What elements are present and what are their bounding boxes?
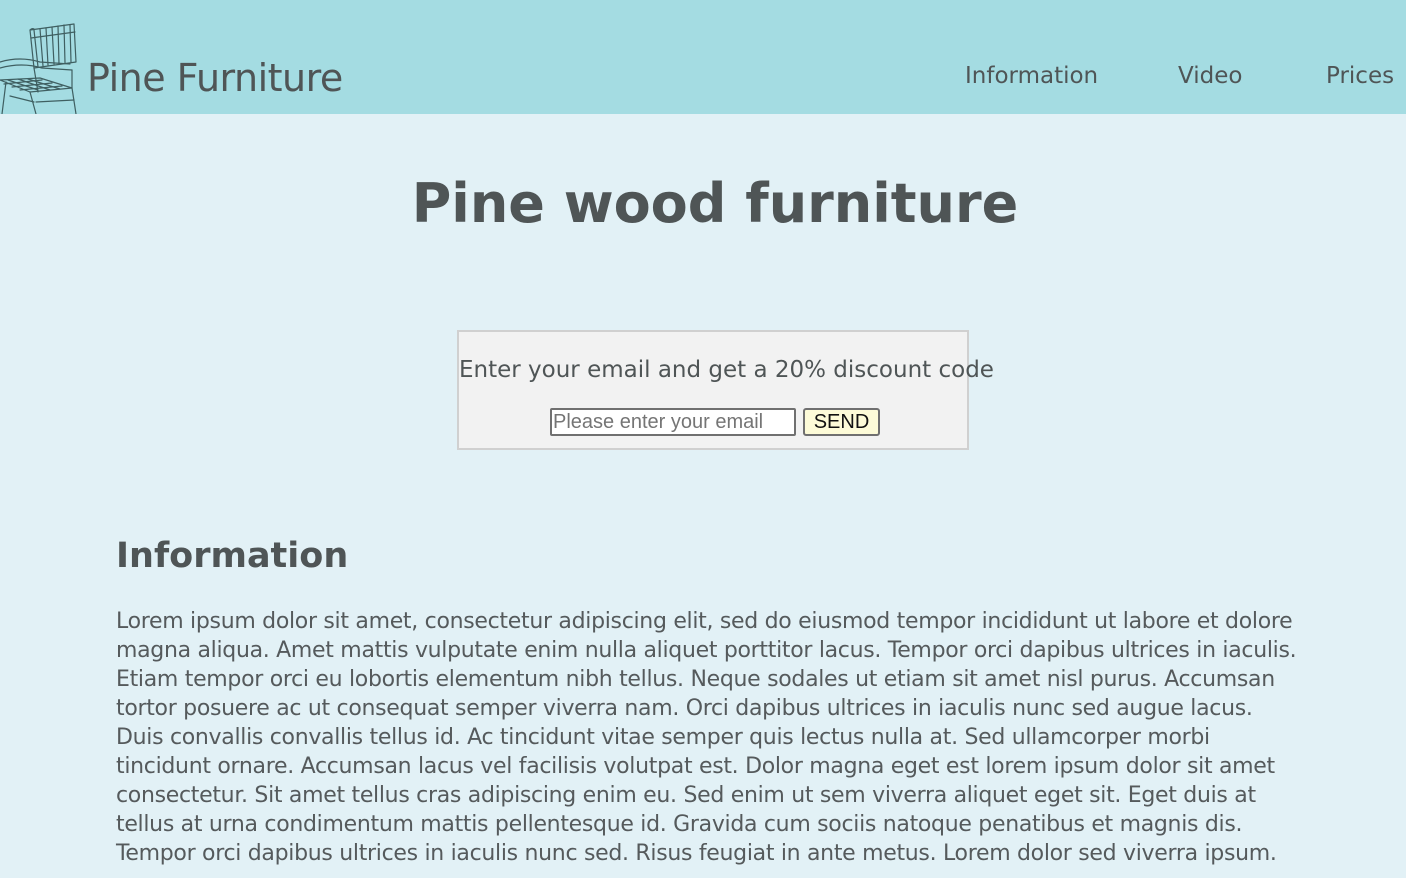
discount-signup-box: Enter your email and get a 20% discount … [457, 330, 994, 450]
nav-prices[interactable]: Prices [1326, 60, 1394, 92]
site-header: Pine Furniture Information Video Prices [0, 0, 1406, 114]
nav-information[interactable]: Information [965, 60, 1098, 92]
nav-video[interactable]: Video [1178, 60, 1242, 92]
discount-prompt: Enter your email and get a 20% discount … [459, 357, 994, 383]
information-heading: Information [116, 536, 349, 576]
brand-name[interactable]: Pine Furniture [87, 55, 343, 101]
email-input[interactable] [550, 408, 796, 436]
send-button[interactable]: SEND [803, 408, 880, 436]
chair-icon[interactable] [0, 22, 80, 114]
page-title: Pine wood furniture [411, 172, 1019, 235]
information-body: Lorem ipsum dolor sit amet, consectetur … [116, 609, 1297, 866]
